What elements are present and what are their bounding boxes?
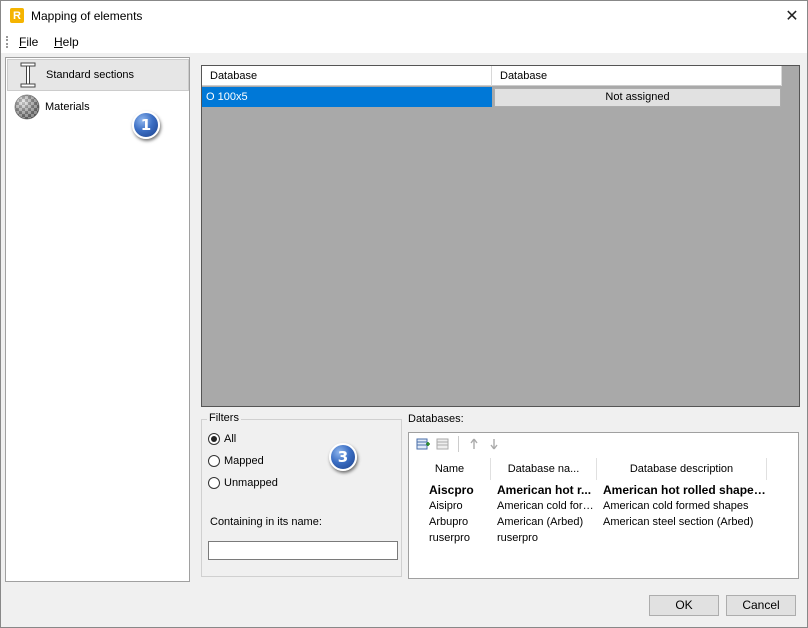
- filter-unmapped-radio[interactable]: Unmapped: [208, 477, 278, 489]
- mapping-grid: Database Database O 100x5 Not assigned: [201, 65, 800, 407]
- db-dbname-cell: ruserpro: [497, 532, 538, 544]
- table-row[interactable]: Aiscpro American hot r... American hot r…: [409, 482, 767, 498]
- radio-checked-icon[interactable]: [208, 433, 220, 445]
- databases-toolbar: [409, 433, 798, 455]
- menu-grip-icon: [6, 36, 8, 48]
- nav-item-materials[interactable]: Materials: [7, 91, 189, 123]
- column-header-name[interactable]: Name: [409, 458, 491, 480]
- radio-unchecked-icon[interactable]: [208, 477, 220, 489]
- app-icon: R: [10, 8, 24, 23]
- nav-label-materials: Materials: [45, 101, 90, 113]
- db-description-cell: American cold formed shapes: [603, 500, 749, 512]
- move-down-button[interactable]: [486, 436, 502, 452]
- name-filter-input[interactable]: [208, 541, 398, 560]
- name-filter-label: Containing in its name:: [210, 516, 322, 528]
- db-description-cell: [597, 530, 767, 546]
- filters-legend: Filters: [207, 412, 241, 424]
- filter-mapped-label: Mapped: [224, 455, 264, 467]
- menu-help[interactable]: Help: [54, 35, 79, 49]
- db-description-cell: American hot rolled shapes...: [603, 483, 767, 497]
- databases-header: Name Database na... Database description: [409, 458, 767, 480]
- ok-button[interactable]: OK: [649, 595, 719, 616]
- category-list: Standard sections Materials: [5, 57, 190, 582]
- db-description-cell: American steel section (Arbed): [603, 516, 754, 528]
- db-dbname-cell: American cold form...: [497, 500, 597, 512]
- column-header-description[interactable]: Database description: [597, 458, 767, 480]
- nav-label-standard-sections: Standard sections: [46, 69, 135, 81]
- table-row[interactable]: ruserpro ruserpro: [409, 530, 767, 546]
- window-title: Mapping of elements: [31, 9, 143, 23]
- add-database-button[interactable]: [415, 436, 431, 452]
- db-name-cell: ruserpro: [429, 532, 470, 544]
- db-name-cell: Aisipro: [429, 500, 463, 512]
- db-dbname-cell: American (Arbed): [497, 516, 584, 528]
- arrow-down-icon: [490, 439, 498, 450]
- menu-file[interactable]: File: [19, 35, 38, 49]
- db-name-cell: Aiscpro: [429, 483, 474, 497]
- toolbar-separator: [458, 436, 459, 452]
- arrow-up-icon: [470, 438, 478, 449]
- callout-badge-1: 1: [132, 111, 160, 139]
- column-header[interactable]: Database: [492, 66, 782, 86]
- title-bar: R Mapping of elements ✕: [1, 1, 807, 31]
- i-beam-icon: [20, 62, 36, 88]
- databases-list: Name Database na... Database description…: [408, 432, 799, 579]
- db-name-cell: Arbupro: [429, 516, 469, 528]
- filter-mapped-radio[interactable]: Mapped: [208, 455, 264, 467]
- section-cell[interactable]: O 100x5: [202, 87, 492, 107]
- filter-unmapped-label: Unmapped: [224, 477, 278, 489]
- db-dbname-cell: American hot r...: [497, 483, 592, 497]
- filter-all-radio[interactable]: All: [208, 433, 236, 445]
- move-up-button[interactable]: [466, 436, 482, 452]
- filters-group: Filters All Mapped Unmapped Containing i…: [201, 412, 402, 577]
- mapping-grid-header: Database Database: [202, 66, 782, 86]
- remove-database-icon: [436, 438, 449, 450]
- mapping-dialog: R Mapping of elements ✕ File Help Standa…: [0, 0, 808, 628]
- column-header-db-name[interactable]: Database na...: [491, 458, 597, 480]
- mapping-row[interactable]: O 100x5 Not assigned: [202, 87, 782, 107]
- filter-all-label: All: [224, 433, 237, 445]
- add-database-icon: [416, 438, 430, 450]
- table-row[interactable]: Aisipro American cold form... American c…: [409, 498, 767, 514]
- radio-unchecked-icon[interactable]: [208, 455, 220, 467]
- material-sphere-icon: [14, 94, 40, 120]
- menu-bar: File Help: [1, 31, 807, 53]
- databases-label: Databases:: [408, 413, 464, 425]
- assign-button[interactable]: Not assigned: [494, 88, 781, 107]
- cancel-button[interactable]: Cancel: [726, 595, 796, 616]
- close-button[interactable]: ✕: [777, 1, 807, 31]
- nav-item-standard-sections[interactable]: Standard sections: [7, 59, 189, 91]
- column-header[interactable]: Database: [202, 66, 492, 86]
- table-row[interactable]: Arbupro American (Arbed) American steel …: [409, 514, 767, 530]
- remove-database-button[interactable]: [435, 436, 451, 452]
